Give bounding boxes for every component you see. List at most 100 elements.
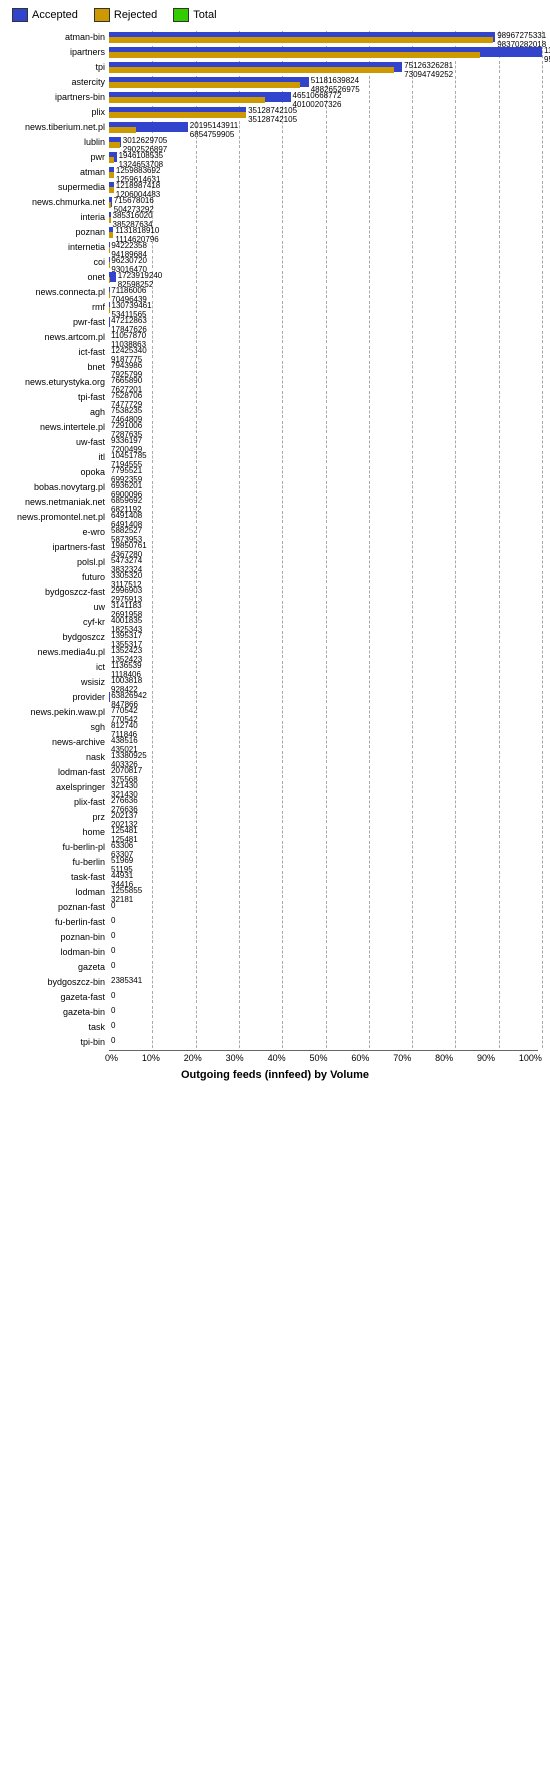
grid-line (152, 1021, 153, 1033)
grid-line (455, 376, 456, 388)
grid-line (455, 721, 456, 733)
grid-line (239, 751, 240, 763)
grid-line (326, 601, 327, 613)
grid-line (455, 331, 456, 343)
grid-line (455, 601, 456, 613)
grid-line (542, 841, 543, 853)
value-label: 0 (109, 1006, 115, 1015)
grid-line (369, 661, 370, 673)
grid-line (369, 976, 370, 988)
grid-line (326, 346, 327, 358)
grid-line (282, 1021, 283, 1033)
bar-area: 770542770542 (109, 706, 542, 718)
grid-line (326, 691, 327, 703)
row-label: task-fast (4, 872, 109, 882)
grid-line (239, 511, 240, 523)
grid-line (282, 391, 283, 403)
row-label: gazeta-bin (4, 1007, 109, 1017)
grid-line (412, 781, 413, 793)
grid-line (239, 241, 240, 253)
grid-line (239, 181, 240, 193)
x-label: 70% (393, 1053, 411, 1063)
grid-line (369, 706, 370, 718)
grid-line (152, 766, 153, 778)
grid-line (152, 661, 153, 673)
grid-line (412, 286, 413, 298)
grid-line (239, 871, 240, 883)
table-row: news.chmurka.net715678016504273292 (4, 195, 546, 209)
grid-line (542, 256, 543, 268)
grid-line (369, 796, 370, 808)
x-label: 20% (184, 1053, 202, 1063)
row-label: internetia (4, 242, 109, 252)
grid-line (455, 631, 456, 643)
x-label: 30% (226, 1053, 244, 1063)
value-label: 0 (109, 1036, 115, 1045)
legend-rejected-box (94, 8, 110, 22)
grid-line (542, 91, 543, 103)
bar-area: 125481125481 (109, 826, 542, 838)
grid-line (282, 121, 283, 133)
table-row: gazeta-bin0 (4, 1005, 546, 1019)
grid-line (412, 706, 413, 718)
grid-line (196, 331, 197, 343)
grid-line (499, 451, 500, 463)
grid-line (455, 811, 456, 823)
row-label: news.promontel.net.pl (4, 512, 109, 522)
table-row: gazeta0 (4, 960, 546, 974)
table-row: news.promontel.net.pl64914086491408 (4, 510, 546, 524)
grid-line (412, 451, 413, 463)
grid-line (369, 286, 370, 298)
x-label: 0% (105, 1053, 118, 1063)
bar-area: 0 (109, 946, 542, 958)
grid-line (455, 91, 456, 103)
grid-line (369, 676, 370, 688)
bar-area: 31411832691958 (109, 601, 542, 613)
bar-area: 77955216992359 (109, 466, 542, 478)
grid-line (326, 451, 327, 463)
grid-line (326, 841, 327, 853)
grid-line (196, 511, 197, 523)
grid-line (369, 256, 370, 268)
grid-line (196, 781, 197, 793)
grid-line (542, 136, 543, 148)
grid-line (542, 301, 543, 313)
grid-line (412, 541, 413, 553)
bar-area: 54732743832324 (109, 556, 542, 568)
grid-line (542, 571, 543, 583)
grid-line (152, 886, 153, 898)
grid-line (542, 376, 543, 388)
table-row: news.artcom.pl1105787011038863 (4, 330, 546, 344)
grid-line (499, 166, 500, 178)
grid-line (282, 526, 283, 538)
grid-line (412, 916, 413, 928)
row-label: atman (4, 167, 109, 177)
grid-line (326, 616, 327, 628)
grid-line (369, 691, 370, 703)
grid-line (152, 361, 153, 373)
bar-area: 76658907627201 (109, 376, 542, 388)
grid-line (455, 436, 456, 448)
grid-line (239, 451, 240, 463)
grid-line (412, 421, 413, 433)
grid-line (239, 886, 240, 898)
grid-line (196, 436, 197, 448)
grid-line (239, 661, 240, 673)
table-row: task0 (4, 1020, 546, 1034)
grid-line (282, 376, 283, 388)
table-row: ipartners11095409604195110775655 (4, 45, 546, 59)
grid-line (499, 541, 500, 553)
grid-line (542, 391, 543, 403)
grid-line (282, 841, 283, 853)
grid-line (239, 496, 240, 508)
grid-line (196, 586, 197, 598)
bar-area: 5196951195 (109, 856, 542, 868)
bar-area: 30126297052902526897 (109, 136, 542, 148)
grid-line (369, 901, 370, 913)
grid-line (326, 856, 327, 868)
grid-line (455, 196, 456, 208)
grid-line (369, 451, 370, 463)
row-label: uw (4, 602, 109, 612)
grid-line (152, 916, 153, 928)
table-row: lublin30126297052902526897 (4, 135, 546, 149)
